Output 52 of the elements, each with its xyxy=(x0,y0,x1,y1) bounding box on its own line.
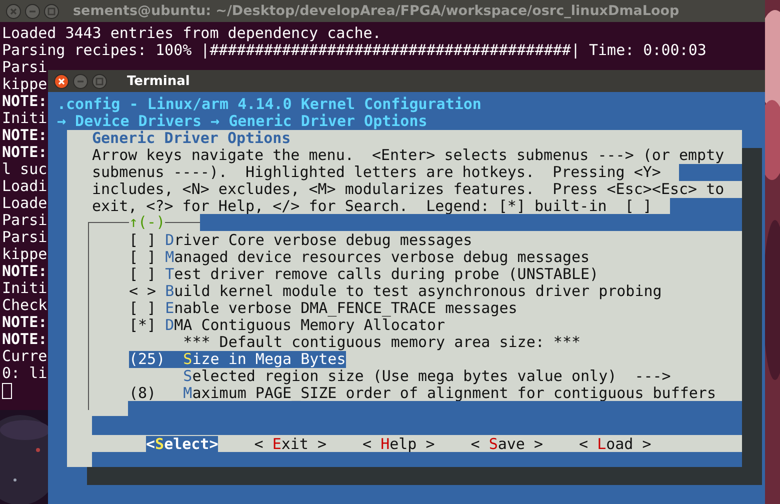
terminal-line: NOTE: xyxy=(2,127,48,144)
terminal-line: NOTE: xyxy=(2,263,48,280)
config-header: .config - Linux/arm 4.14.0 Kernel Configuration xyxy=(57,96,482,113)
menu-button[interactable]: < Load > xyxy=(579,436,652,453)
menu-item[interactable]: [ ] Enable verbose DMA_FENCE_TRACE messages xyxy=(129,300,518,317)
dialog-title: Generic Driver Options xyxy=(92,130,291,147)
menu-button[interactable]: < Exit > xyxy=(254,436,326,453)
menu-button[interactable]: < Help > xyxy=(362,436,435,453)
help-text: submenus ----). Highlighted letters are hotkeys. Pressing <Y> xyxy=(92,164,661,181)
menu-item[interactable]: [ ] Driver Core verbose debug messages xyxy=(129,232,472,249)
menu-item[interactable]: [ ] Test driver remove calls during probe (UNSTABLE) xyxy=(129,266,599,283)
maximize-icon[interactable] xyxy=(92,74,107,88)
terminal-line: kippe xyxy=(2,76,48,93)
minimize-icon[interactable] xyxy=(25,4,40,18)
menu-item[interactable]: (25) Size in Mega Bytes xyxy=(129,351,346,368)
terminal-line: Parsi xyxy=(2,212,48,229)
terminal-line: NOTE: xyxy=(2,144,48,161)
help-text: Arrow keys navigate the menu. <Enter> selects submenus ---> (or empty xyxy=(92,147,724,164)
terminal-line: NOTE: xyxy=(2,314,48,331)
terminal-line: Initi xyxy=(2,280,48,297)
terminal-line: Parsi xyxy=(2,229,48,246)
window-title: sements@ubuntu: ~/Desktop/developArea/FPGA/workspace/osrc_linuxDmaLoop xyxy=(73,3,680,19)
breadcrumb: → Device Drivers → Generic Driver Options xyxy=(57,113,428,130)
terminal-line: Initi xyxy=(2,110,48,127)
terminal-line: l suc xyxy=(2,161,48,178)
terminal-line: Check xyxy=(2,297,48,314)
menu-item[interactable]: [*] DMA Contiguous Memory Allocator xyxy=(129,317,446,334)
menu-item[interactable]: *** Default contiguous memory area size: *** xyxy=(129,334,581,351)
terminal-line: Parsi xyxy=(2,59,48,76)
maximize-icon[interactable] xyxy=(44,4,59,18)
close-icon[interactable] xyxy=(54,74,69,88)
help-text: includes, <N> excludes, <M> modularizes features. Press <Esc><Esc> to xyxy=(92,181,724,198)
menu-item[interactable]: < > Build kernel module to test asynchronous driver probing xyxy=(129,283,662,300)
scroll-indicator: ↑(-) xyxy=(129,214,166,231)
terminal-line: NOTE: xyxy=(2,331,48,348)
screen-artifact xyxy=(679,164,742,181)
terminal-line: Curre xyxy=(2,348,48,365)
terminal-line: Loade xyxy=(2,195,48,212)
help-text: exit, <?> for Help, </> for Search. Legend: [*] built-in [ ] xyxy=(92,198,652,215)
terminal-line: NOTE: xyxy=(2,93,48,110)
menu-item[interactable]: [ ] Managed device resources verbose debug messages xyxy=(129,249,590,266)
window-title: Terminal xyxy=(127,74,190,88)
menu-item[interactable]: Selected region size (Use mega bytes value only) ---> xyxy=(129,368,671,385)
terminal-line: Parsing recipes: 100% |########################################| Time: 0:00:03 xyxy=(2,42,706,59)
menu-item[interactable]: (8) Maximum PAGE_SIZE order of alignment for contiguous buffers xyxy=(129,385,716,402)
terminal-line: 0: li xyxy=(2,365,48,382)
text-cursor xyxy=(2,383,12,399)
menu-button[interactable]: <Select> xyxy=(146,436,218,453)
menu-button[interactable]: < Save > xyxy=(470,436,543,453)
terminal-line: kippe xyxy=(2,246,48,263)
terminal-line: Loadi xyxy=(2,178,48,195)
terminal-line: Loaded 3443 entries from dependency cache. xyxy=(2,25,382,42)
